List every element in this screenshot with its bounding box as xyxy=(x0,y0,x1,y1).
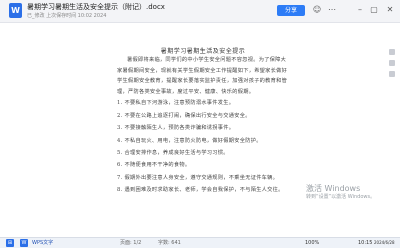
sidebar-tool-icon[interactable] xyxy=(389,49,395,55)
wps-app-label[interactable]: WPS文字 xyxy=(32,239,53,247)
list-item: 3. 不要接触陌生人，预防各类诈骗和诱拐事件。 xyxy=(117,125,235,132)
document-heading: 暑期学习暑期生活及安全提示 xyxy=(160,48,246,55)
share-button[interactable]: 分享 xyxy=(277,5,305,16)
document-page[interactable]: 暑期学习暑期生活及安全提示 暑假即将来临，同学们的中小学生安全问题不容忽视。为了… xyxy=(0,23,400,237)
title-bar: W 暑期学习暑期生活及安全提示（附记）.docx 已_修改 上次保存时间 10:… xyxy=(0,0,400,23)
list-item: 4. 不私自玩火、用电，注意防火防电，做好假期安全防护。 xyxy=(117,137,262,144)
zoom-level[interactable]: 100% xyxy=(305,239,319,247)
word-count: 字数: 641 xyxy=(158,240,181,246)
sidebar-tool-icon[interactable] xyxy=(389,71,395,77)
document-body: 暑期学习暑期生活及安全提示 暑假即将来临，同学们的中小学生安全问题不容忽视。为了… xyxy=(117,23,289,197)
maximize-icon[interactable]: ▢ xyxy=(369,5,379,15)
intro-paragraph: 暑假即将来临，同学们的中小学生安全问题不容忽视。为了保障大家暑假期间安全，现就有… xyxy=(117,57,288,95)
sidebar-tool-icon[interactable] xyxy=(389,60,395,66)
right-sidebar xyxy=(389,49,397,82)
list-item: 1. 不要私自下河游泳，注意预防溺水事件发生。 xyxy=(117,100,235,107)
activation-watermark-hint: 转到“设置”以激活 Windows。 xyxy=(306,194,376,200)
document-title: 暑期学习暑期生活及安全提示（附记）.docx xyxy=(27,3,165,11)
list-item: 2. 不要在公路上追逐打闹，确保出行安全与交通安全。 xyxy=(117,112,251,119)
status-bar: ⊞ W WPS文字 页面: 1/2 字数: 641 100% 10:15 202… xyxy=(0,237,400,248)
more-icon[interactable]: ⋯ xyxy=(327,5,337,15)
list-item: 6. 不随便食用不干净的食物。 xyxy=(117,162,191,169)
wps-app-icon[interactable]: W xyxy=(20,239,28,247)
document-status: 已_修改 上次保存时间 10:02 2024 xyxy=(27,13,107,19)
start-icon[interactable]: ⊞ xyxy=(6,239,14,247)
close-icon[interactable]: ✕ xyxy=(385,5,395,15)
list-item: 7. 假期外出要注意人身安全，遵守交通规则，不乘坐无证件车辆。 xyxy=(117,174,279,181)
minimize-icon[interactable]: – xyxy=(355,5,365,15)
list-item: 8. 遇到困难及时求助家长、老师，学会自我保护，不与陌生人交往。 xyxy=(117,187,284,194)
document-icon: W xyxy=(9,3,22,18)
clock: 10:15 xyxy=(358,240,373,246)
page-info: 页面: 1/2 xyxy=(120,240,142,246)
date: 2024/6/28 xyxy=(374,240,395,245)
collab-icon[interactable]: ☺ xyxy=(312,5,322,15)
list-item: 5. 合理安排作息，养成良好生活与学习习惯。 xyxy=(117,150,229,156)
